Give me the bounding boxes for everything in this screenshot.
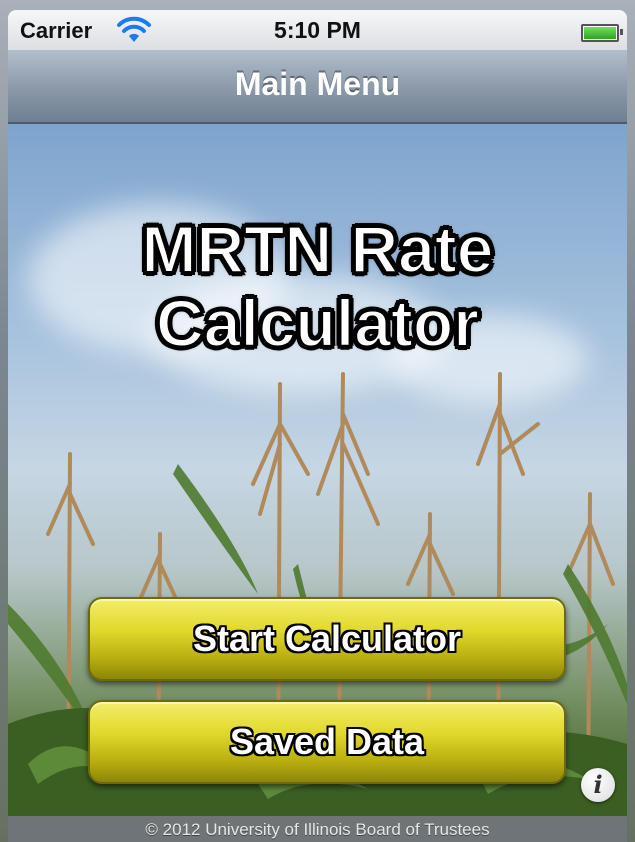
info-icon[interactable]: i: [581, 768, 615, 802]
battery-icon: [581, 24, 623, 42]
app-title-line-1: MRTN Rate: [140, 211, 494, 287]
battery-level-fill: [584, 27, 616, 39]
saved-data-label: Saved Data: [229, 721, 425, 762]
navigation-bar: Main Menu: [8, 50, 627, 124]
saved-data-button[interactable]: Saved Data: [88, 700, 566, 784]
app-title-line-2: Calculator: [155, 285, 480, 361]
app-screen: Carrier 5:10 PM Main Menu MRTN Rate Calc…: [0, 0, 635, 842]
start-calculator-label: Start Calculator: [192, 618, 462, 659]
start-calculator-button[interactable]: Start Calculator: [88, 597, 566, 681]
main-content: MRTN Rate Calculator Start Calculator Sa…: [8, 124, 627, 816]
clock-time: 5:10 PM: [274, 17, 361, 43]
copyright-text: © 2012 University of Illinois Board of T…: [145, 820, 490, 839]
footer: © 2012 University of Illinois Board of T…: [8, 816, 627, 842]
app-title: MRTN Rate Calculator: [8, 211, 627, 361]
nav-title: Main Menu: [234, 66, 401, 102]
status-bar: Carrier 5:10 PM: [8, 10, 627, 50]
